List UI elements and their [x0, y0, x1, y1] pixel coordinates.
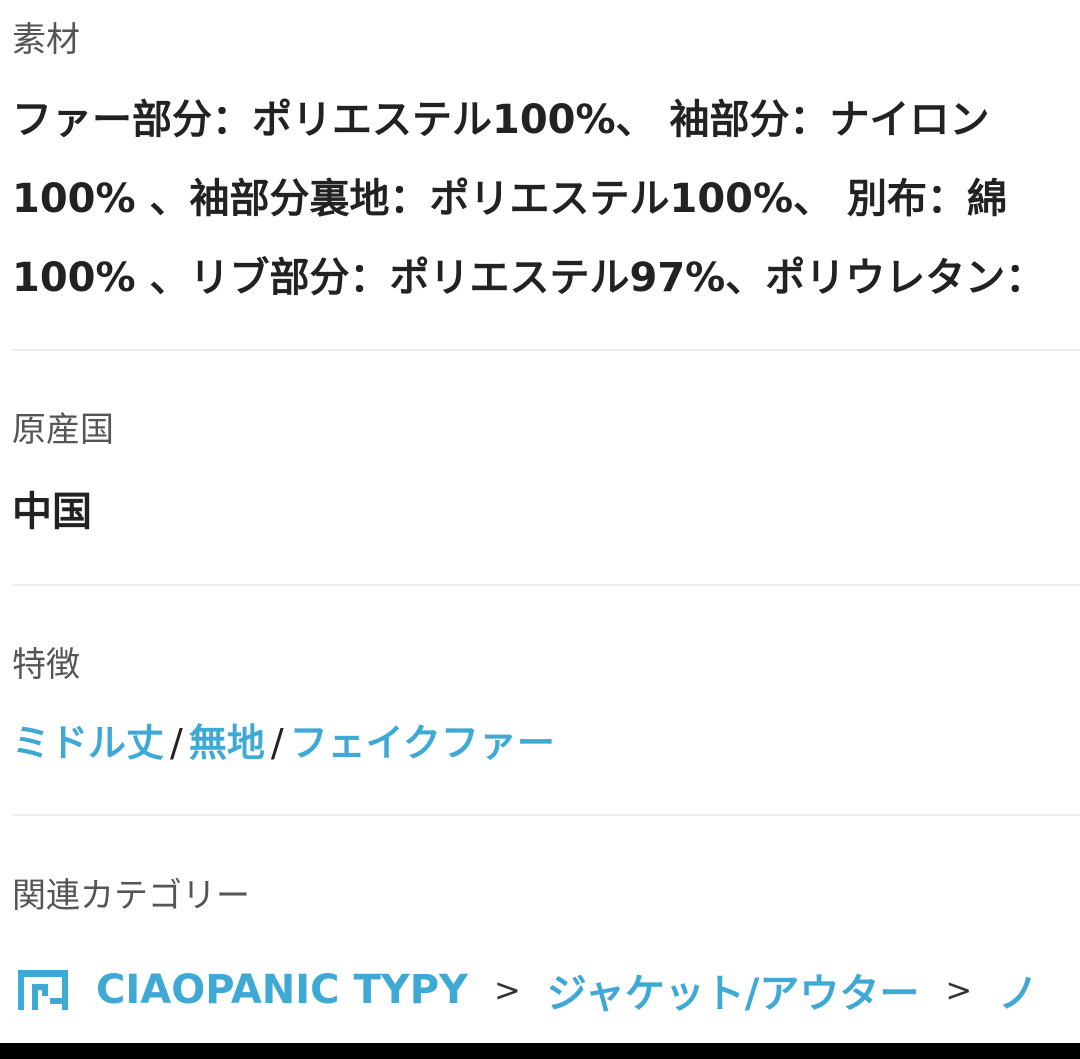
feature-tag-middle-length[interactable]: ミドル丈: [12, 721, 164, 765]
tag-separator: /: [170, 721, 183, 765]
feature-tag-plain[interactable]: 無地: [189, 721, 265, 765]
feature-tags: ミドル丈 / 無地 / フェイクファー: [12, 720, 555, 766]
breadcrumb-separator: >: [945, 971, 973, 1009]
material-line-1: ファー部分：ポリエステル100%、 袖部分：ナイロン: [12, 97, 990, 143]
feature-tag-faux-fur[interactable]: フェイクファー: [290, 721, 555, 765]
material-line-2: 100% 、袖部分裏地：ポリエステル100%、 別布：綿: [12, 176, 1007, 222]
features-label: 特徴: [12, 645, 80, 685]
category-link-jacket-outer[interactable]: ジャケット/アウター: [547, 961, 920, 1019]
origin-value: 中国: [12, 489, 92, 535]
category-breadcrumb: CIAOPANIC TYPY > ジャケット/アウター > ノ: [16, 962, 1038, 1018]
divider: [12, 814, 1080, 816]
divider: [12, 584, 1080, 586]
shop-icon: [16, 968, 70, 1012]
related-categories-label: 関連カテゴリー: [12, 876, 250, 916]
bottom-edge-bar: [0, 1043, 1080, 1059]
material-line-3: 100% 、リブ部分：ポリエステル97%、ポリウレタン：: [12, 255, 1046, 301]
tag-separator: /: [270, 721, 284, 765]
breadcrumb-separator: >: [493, 971, 521, 1009]
material-label: 素材: [12, 20, 80, 60]
category-link-truncated[interactable]: ノ: [998, 961, 1038, 1019]
divider: [12, 349, 1080, 351]
origin-label: 原産国: [12, 410, 114, 450]
category-link-brand[interactable]: CIAOPANIC TYPY: [96, 967, 468, 1013]
